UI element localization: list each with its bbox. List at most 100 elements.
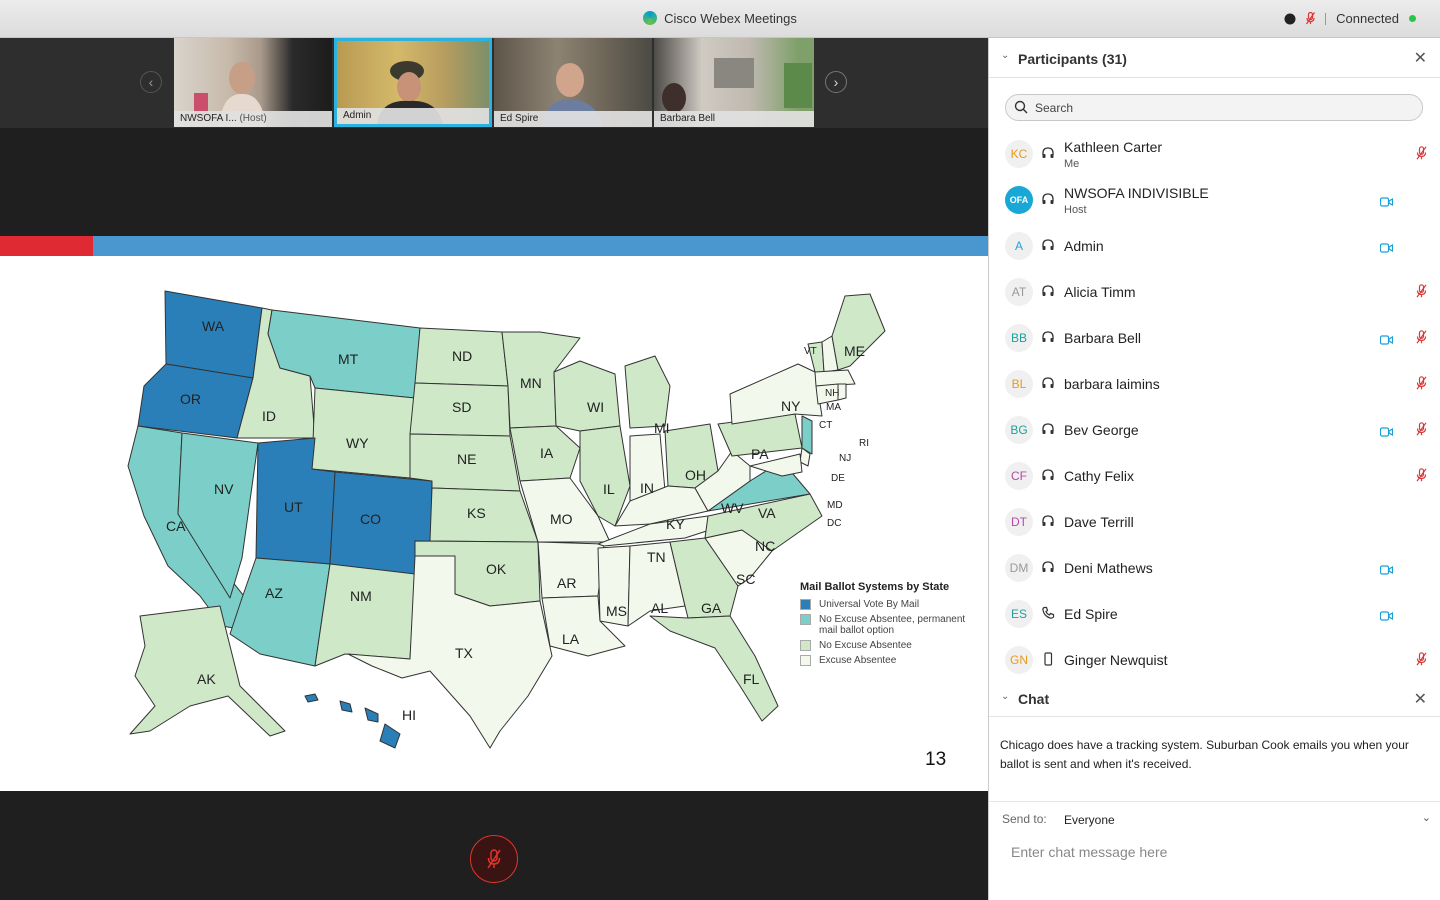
state-label: WY bbox=[346, 435, 369, 451]
video-thumbnail[interactable]: NWSOFA I... (Host) bbox=[174, 38, 332, 127]
send-to-value[interactable]: Everyone bbox=[1064, 813, 1115, 827]
state-label: NV bbox=[214, 481, 234, 497]
participant-name: Kathleen Carter bbox=[1064, 139, 1163, 155]
slide-header-band bbox=[0, 236, 988, 256]
state-MI bbox=[624, 355, 671, 429]
participant-name: barbara laimins bbox=[1064, 376, 1160, 392]
connection-status: Connected bbox=[1336, 11, 1399, 26]
state-label: MA bbox=[826, 402, 841, 413]
participant-row[interactable]: OFA NWSOFA INDIVISIBLE Host bbox=[989, 177, 1440, 223]
muted-mic-icon bbox=[487, 849, 501, 869]
thumb-caption: NWSOFA I... (Host) bbox=[174, 111, 332, 127]
participant-row[interactable]: ES Ed Spire bbox=[989, 591, 1440, 637]
participant-row[interactable]: AT Alicia Timm bbox=[989, 269, 1440, 315]
participant-row[interactable]: BL barbara laimins bbox=[989, 361, 1440, 407]
participant-row[interactable]: CF Cathy Felix bbox=[989, 453, 1440, 499]
avatar: CF bbox=[1005, 462, 1033, 490]
participant-row[interactable]: DM Deni Mathews bbox=[989, 545, 1440, 591]
avatar: OFA bbox=[1005, 186, 1033, 214]
video-thumbnail[interactable]: Barbara Bell bbox=[654, 38, 814, 127]
chevron-down-icon[interactable]: ⌄ bbox=[1422, 811, 1431, 824]
thumb-prev-button[interactable]: ‹ bbox=[140, 71, 162, 93]
participant-row[interactable]: BG Bev George bbox=[989, 407, 1440, 453]
window-title: Cisco Webex Meetings bbox=[0, 11, 1440, 26]
phone-icon bbox=[1041, 606, 1055, 620]
participant-row[interactable]: KC Kathleen Carter Me bbox=[989, 131, 1440, 177]
state-label: IN bbox=[640, 480, 654, 496]
side-panel: ⌄ Participants (31) ✕ Search KC Kathleen … bbox=[988, 38, 1440, 900]
avatar: BG bbox=[1005, 416, 1033, 444]
avatar: A bbox=[1005, 232, 1033, 260]
participant-name: Barbara Bell bbox=[1064, 330, 1142, 346]
shared-slide: WA OR CA NV ID MT WY UT CO AZ NM ND SD N… bbox=[0, 236, 988, 791]
search-input[interactable]: Search bbox=[1035, 101, 1073, 115]
collapse-chevron-icon[interactable]: ⌄ bbox=[1001, 50, 1009, 61]
state-label: AL bbox=[651, 600, 668, 616]
unmute-button[interactable] bbox=[470, 835, 518, 883]
state-NY bbox=[729, 363, 823, 425]
video-thumbnail-active[interactable]: Admin bbox=[334, 38, 492, 127]
state-NJ bbox=[801, 415, 813, 455]
state-label: DC bbox=[827, 518, 841, 529]
search-icon bbox=[1014, 100, 1028, 114]
legend-title: Mail Ballot Systems by State bbox=[800, 581, 950, 593]
participants-header: ⌄ Participants (31) ✕ bbox=[989, 38, 1440, 78]
thumb-caption: Admin bbox=[337, 108, 489, 124]
state-label: NJ bbox=[839, 453, 851, 464]
participant-row[interactable]: A Admin bbox=[989, 223, 1440, 269]
state-label: KS bbox=[467, 505, 486, 521]
close-participants-icon[interactable]: ✕ bbox=[1414, 48, 1427, 68]
headset-icon bbox=[1041, 330, 1055, 344]
chat-header: ⌄ Chat ✕ bbox=[989, 679, 1440, 717]
state-label: MI bbox=[654, 420, 670, 436]
muted-mic-icon[interactable] bbox=[1306, 12, 1316, 25]
avatar: DM bbox=[1005, 554, 1033, 582]
state-label: LA bbox=[562, 631, 580, 647]
avatar: AT bbox=[1005, 278, 1033, 306]
state-label: RI bbox=[859, 438, 869, 449]
headset-icon bbox=[1041, 284, 1055, 298]
connected-dot-icon bbox=[1409, 15, 1416, 22]
close-chat-icon[interactable]: ✕ bbox=[1414, 689, 1427, 709]
legend-item: No Excuse Absentee, permanent mail ballo… bbox=[800, 614, 980, 636]
video-thumbnail[interactable]: Ed Spire bbox=[494, 38, 652, 127]
participant-row[interactable]: DT Dave Terrill bbox=[989, 499, 1440, 545]
us-mail-ballot-map: WA OR CA NV ID MT WY UT CO AZ NM ND SD N… bbox=[127, 290, 886, 749]
participant-search[interactable]: Search bbox=[1005, 94, 1423, 121]
state-label: NM bbox=[350, 588, 372, 604]
legend-item: No Excuse Absentee bbox=[800, 640, 980, 651]
state-AZ bbox=[229, 557, 331, 667]
avatar: KC bbox=[1005, 140, 1033, 168]
state-label: NH bbox=[825, 388, 839, 399]
chat-input[interactable]: Enter chat message here bbox=[1011, 844, 1167, 860]
state-label: MT bbox=[338, 351, 359, 367]
muted-mic-icon bbox=[1416, 468, 1427, 482]
state-label: TX bbox=[455, 645, 474, 661]
connection-status-area: Connected bbox=[1284, 11, 1416, 26]
state-label: TN bbox=[647, 549, 666, 565]
participant-name: Ed Spire bbox=[1064, 606, 1118, 622]
video-thumbnail-strip: ‹ NWSOFA I... (Host) Admin Ed Spire Barb… bbox=[0, 38, 988, 128]
participant-row[interactable]: BB Barbara Bell bbox=[989, 315, 1440, 361]
participant-name: Cathy Felix bbox=[1064, 468, 1135, 484]
compass-icon[interactable] bbox=[1284, 13, 1296, 25]
collapse-chevron-icon[interactable]: ⌄ bbox=[1001, 691, 1009, 702]
state-FL bbox=[649, 615, 779, 722]
state-label: AR bbox=[557, 575, 576, 591]
send-to-selector[interactable]: Send to: Everyone ⌄ bbox=[989, 801, 1440, 837]
thumb-next-button[interactable]: › bbox=[825, 71, 847, 93]
video-camera-icon bbox=[1379, 194, 1394, 207]
state-label: WI bbox=[587, 399, 604, 415]
avatar: BL bbox=[1005, 370, 1033, 398]
chat-message: Chicago does have a tracking system. Sub… bbox=[1000, 738, 1409, 771]
state-WA bbox=[164, 290, 263, 379]
participant-name: Alicia Timm bbox=[1064, 284, 1136, 300]
state-label: AZ bbox=[265, 585, 283, 601]
video-camera-icon bbox=[1379, 332, 1394, 345]
state-label: AK bbox=[197, 671, 216, 687]
participants-title: Participants (31) bbox=[1018, 51, 1127, 67]
slide-page-number: 13 bbox=[925, 749, 947, 770]
participant-row[interactable]: GN Ginger Newquist bbox=[989, 637, 1440, 683]
state-label: NC bbox=[755, 538, 775, 554]
state-label: NE bbox=[457, 451, 476, 467]
